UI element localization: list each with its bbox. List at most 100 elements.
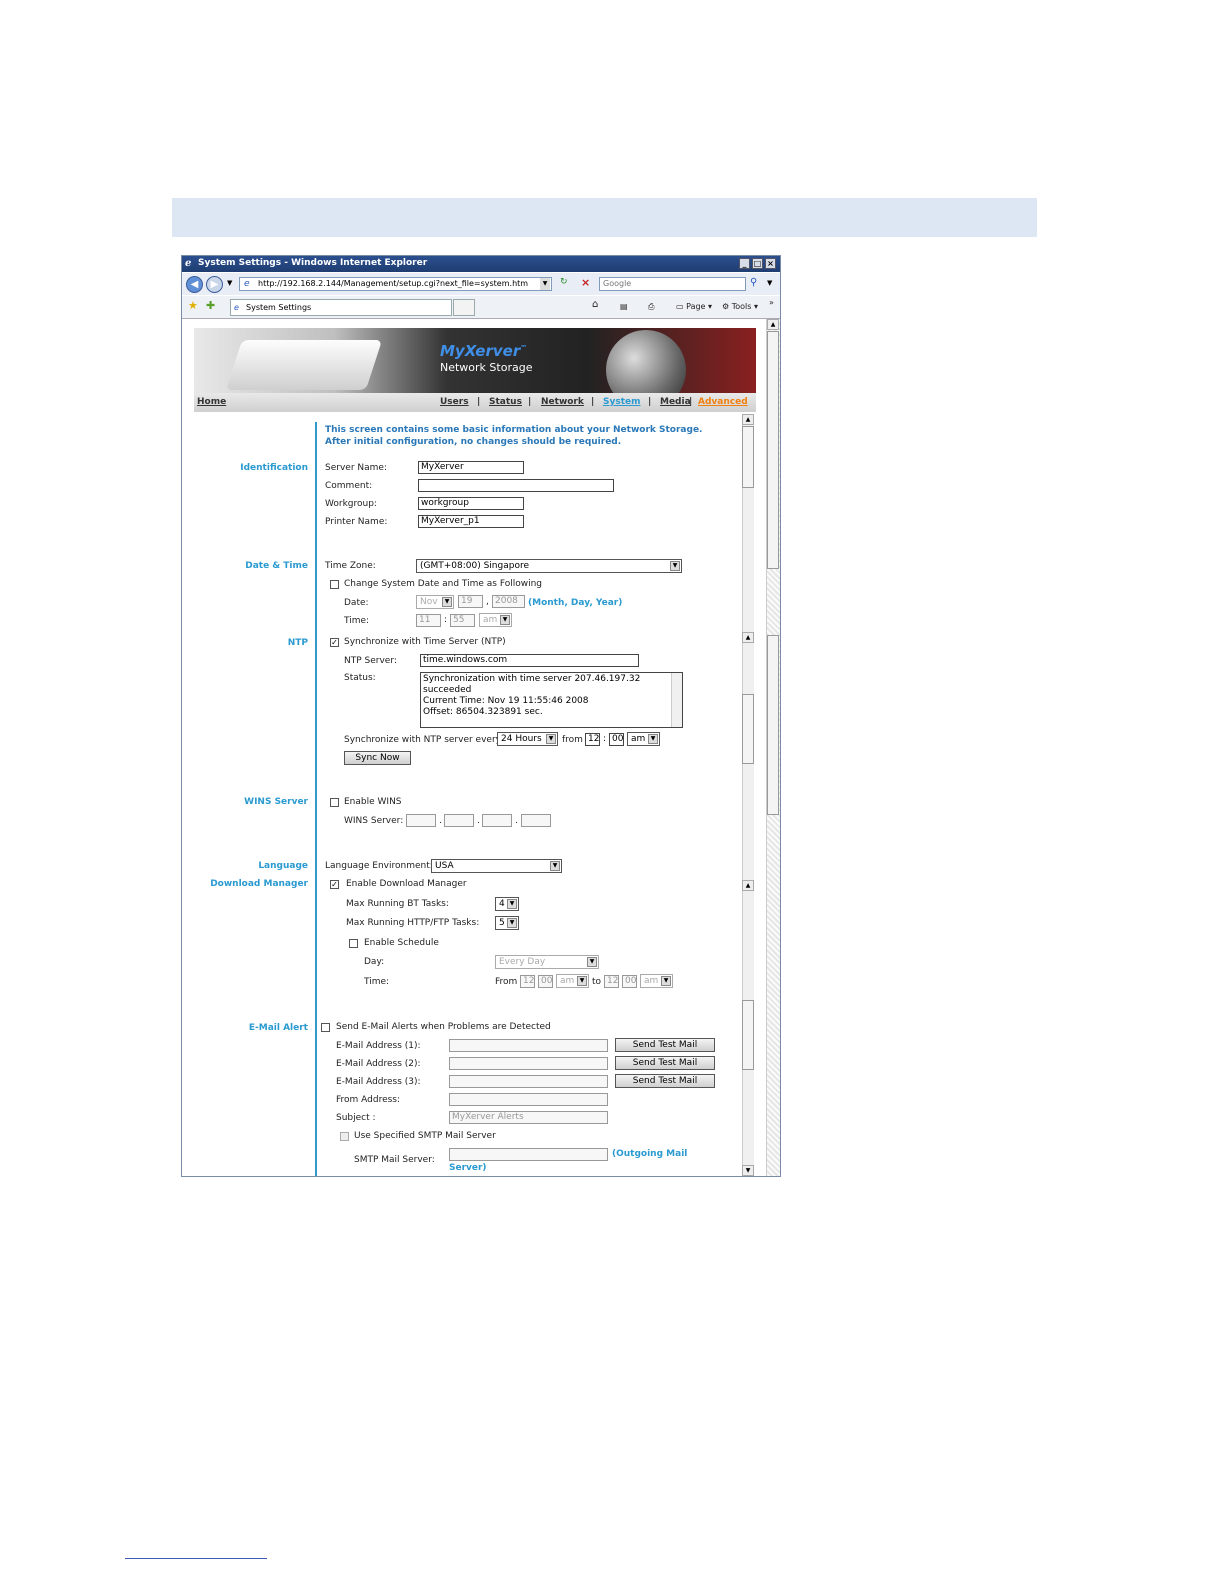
hour-input[interactable]: 11	[416, 614, 441, 627]
scroll-up-arrow-icon[interactable]: ▲	[742, 414, 754, 425]
ntp-server-input[interactable]: time.windows.com	[420, 654, 639, 667]
language-env-label: Language Environment:	[325, 861, 433, 871]
send-test-mail-1-button[interactable]: Send Test Mail	[615, 1038, 715, 1052]
new-tab-button[interactable]	[453, 299, 475, 316]
schedule-to-ampm[interactable]: am ▼	[640, 974, 673, 988]
tab-label: System Settings	[246, 303, 312, 312]
ntp-ampm-select[interactable]: am ▼	[627, 732, 660, 746]
enable-wins-checkbox[interactable]	[330, 798, 339, 807]
smtp-enable-checkbox[interactable]	[340, 1132, 349, 1141]
schedule-from-hour[interactable]: 12	[520, 975, 535, 988]
ampm-select[interactable]: am ▼	[479, 613, 512, 627]
close-button[interactable]: ×	[765, 258, 776, 269]
scroll-thumb[interactable]	[742, 426, 754, 488]
wins-octet-4[interactable]	[521, 814, 551, 827]
sync-now-button[interactable]: Sync Now	[344, 751, 411, 765]
ntp-sync-checkbox[interactable]: ✓	[330, 638, 339, 647]
send-test-mail-3-button[interactable]: Send Test Mail	[615, 1074, 715, 1088]
status-scrollbar[interactable]	[671, 673, 682, 727]
search-options-icon[interactable]: ▼	[767, 279, 772, 287]
more-tools-icon[interactable]: »	[769, 298, 774, 307]
tools-menu[interactable]: ⚙ Tools ▾	[722, 302, 758, 311]
enable-download-checkbox[interactable]: ✓	[330, 880, 339, 889]
email-addr2-input[interactable]	[449, 1057, 608, 1070]
scroll-up-arrow-icon[interactable]: ▲	[742, 880, 754, 891]
footnote-rule	[125, 1558, 267, 1559]
forward-button[interactable]: ▶	[206, 276, 223, 293]
language-select[interactable]: USA ▼	[431, 859, 562, 873]
smtp-server-input[interactable]	[449, 1148, 608, 1161]
schedule-from-label: From	[495, 977, 518, 987]
change-datetime-checkbox[interactable]	[330, 580, 339, 589]
favorites-star-icon[interactable]: ★	[188, 299, 198, 312]
month-select[interactable]: Nov ▼	[416, 595, 454, 609]
content-scrollbar[interactable]: ▲ ▲ ▲ ▼	[742, 414, 754, 1176]
enable-wins-label: Enable WINS	[344, 797, 402, 807]
maximize-button[interactable]: □	[752, 258, 763, 269]
scroll-down-arrow-icon[interactable]: ▼	[742, 1165, 754, 1176]
schedule-to-hour[interactable]: 12	[604, 975, 619, 988]
section-divider	[315, 422, 317, 1176]
stop-icon[interactable]: ×	[581, 276, 590, 289]
schedule-from-minute[interactable]: 00	[538, 975, 553, 988]
ntp-from-hour-input[interactable]: 12	[585, 733, 600, 746]
nav-users[interactable]: Users	[440, 397, 469, 407]
nav-network[interactable]: Network	[541, 397, 584, 407]
print-icon[interactable]: ⎙	[648, 302, 654, 312]
scroll-thumb[interactable]	[767, 635, 779, 815]
add-favorites-icon[interactable]: ✚	[206, 299, 215, 312]
minimize-button[interactable]: _	[739, 258, 750, 269]
search-icon[interactable]: ⚲	[750, 277, 757, 288]
scroll-up-arrow-icon[interactable]: ▲	[742, 632, 754, 643]
server-name-input[interactable]: MyXerver	[418, 461, 524, 474]
scroll-up-arrow-icon[interactable]: ▲	[767, 319, 779, 330]
year-input[interactable]: 2008	[492, 595, 525, 608]
nav-home[interactable]: Home	[197, 397, 226, 407]
history-dropdown-icon[interactable]: ▼	[227, 279, 232, 287]
browser-window: ℯ System Settings - Windows Internet Exp…	[181, 255, 781, 1177]
page-scrollbar[interactable]: ▲	[766, 319, 780, 1176]
address-dropdown-icon[interactable]: ▼	[540, 278, 550, 290]
subject-input[interactable]: MyXerver Alerts	[449, 1111, 608, 1124]
nav-advanced[interactable]: Advanced	[698, 397, 748, 407]
scroll-thumb[interactable]	[767, 331, 779, 569]
workgroup-input[interactable]: workgroup	[418, 497, 524, 510]
ntp-from-minute-input[interactable]: 00	[609, 733, 624, 746]
nav-status[interactable]: Status	[489, 397, 522, 407]
home-icon[interactable]: ⌂	[592, 299, 598, 310]
enable-schedule-checkbox[interactable]	[349, 939, 358, 948]
tab-system-settings[interactable]: e System Settings	[230, 299, 452, 316]
subject-label: Subject :	[336, 1113, 376, 1123]
email-alert-checkbox[interactable]	[321, 1023, 330, 1032]
day-input[interactable]: 19	[458, 595, 483, 608]
email-addr3-input[interactable]	[449, 1075, 608, 1088]
minute-input[interactable]: 55	[450, 614, 475, 627]
http-tasks-select[interactable]: 5 ▼	[495, 916, 519, 930]
printer-name-input[interactable]: MyXerver_p1	[418, 515, 524, 528]
wins-octet-1[interactable]	[406, 814, 436, 827]
nav-system[interactable]: System	[603, 397, 641, 407]
email-addr1-input[interactable]	[449, 1039, 608, 1052]
bt-tasks-label: Max Running BT Tasks:	[346, 899, 449, 909]
nav-media[interactable]: Media	[660, 397, 691, 407]
schedule-day-select[interactable]: Every Day ▼	[495, 955, 599, 969]
address-bar[interactable]: e http://192.168.2.144/Management/setup.…	[239, 277, 552, 291]
search-input[interactable]: Google	[599, 277, 746, 291]
schedule-to-minute[interactable]: 00	[622, 975, 637, 988]
scroll-thumb[interactable]	[742, 694, 754, 764]
schedule-from-ampm[interactable]: am ▼	[556, 974, 589, 988]
comment-input[interactable]	[418, 479, 614, 492]
feeds-icon[interactable]: ▤	[620, 302, 628, 311]
ntp-interval-select[interactable]: 24 Hours ▼	[497, 732, 558, 746]
back-button[interactable]: ◀	[186, 276, 203, 293]
bt-tasks-select[interactable]: 4 ▼	[495, 897, 519, 911]
from-address-input[interactable]	[449, 1093, 608, 1106]
scroll-thumb[interactable]	[742, 1000, 754, 1070]
send-test-mail-2-button[interactable]: Send Test Mail	[615, 1056, 715, 1070]
timezone-select[interactable]: (GMT+08:00) Singapore ▼	[416, 559, 682, 573]
page-menu[interactable]: ▭ Page ▾	[676, 302, 712, 311]
wins-octet-2[interactable]	[444, 814, 474, 827]
ntp-status-box[interactable]: Synchronization with time server 207.46.…	[420, 672, 683, 728]
refresh-icon[interactable]: ↻	[560, 277, 568, 287]
wins-octet-3[interactable]	[482, 814, 512, 827]
